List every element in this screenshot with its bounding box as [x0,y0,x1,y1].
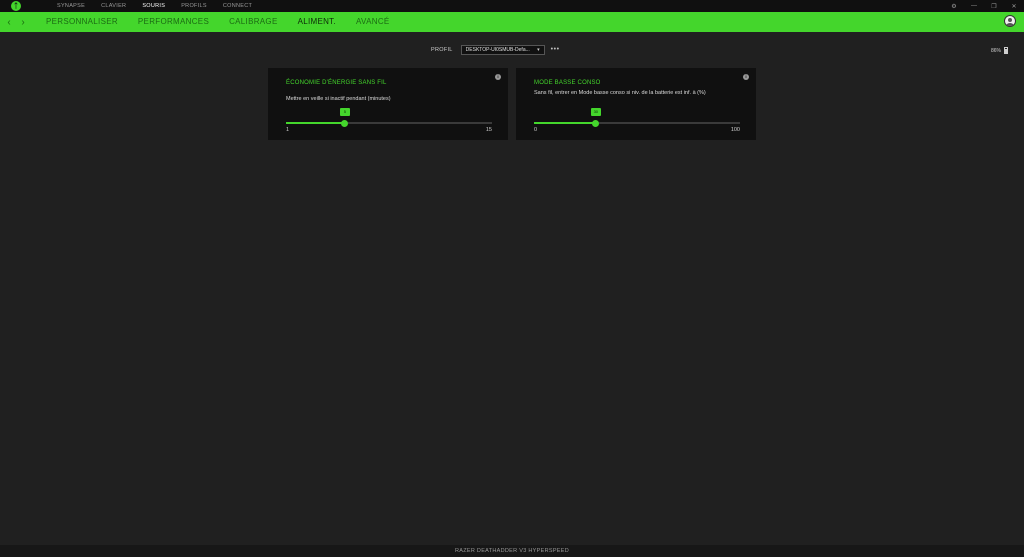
minimize-icon[interactable]: — [964,0,984,12]
topnav-item-profils[interactable]: PROFILS [181,0,207,12]
slider-value-bubble: 5 [339,108,350,116]
profile-row: PROFIL DESKTOP-UI0SMUB-Defa... ▾ ••• [431,44,560,55]
tab-performances[interactable]: PERFORMANCES [138,12,209,32]
slider-max-label: 100 [730,127,740,133]
slider-thumb[interactable] [341,119,349,127]
topnav-item-synapse[interactable]: SYNAPSE [57,0,85,12]
low-power-threshold-slider[interactable]: 30 0 100 [534,108,740,133]
battery-icon [1004,47,1008,54]
more-options-icon[interactable]: ••• [551,46,560,53]
window-controls: ⚙ — ❐ ✕ [944,0,1024,12]
profile-label: PROFIL [431,46,453,53]
topnav-item-souris[interactable]: SOURIS [142,0,165,12]
chevron-down-icon: ▾ [537,46,540,53]
close-icon[interactable]: ✕ [1004,0,1024,12]
card-title: MODE BASSE CONSO [534,80,601,86]
info-icon[interactable]: i [743,74,749,80]
sleep-timer-slider[interactable]: 5 1 15 [286,108,492,133]
tab-bar: PERSONNALISER PERFORMANCES CALIBRAGE ALI… [46,12,410,32]
slider-max-label: 15 [485,127,492,133]
slider-fill [286,122,345,124]
tab-calibrage[interactable]: CALIBRAGE [229,12,278,32]
title-bar: ᛏ SYNAPSE CLAVIER SOURIS PROFILS CONNECT… [0,0,1024,12]
chevron-left-icon[interactable]: ‹ [3,12,15,32]
tab-personnaliser[interactable]: PERSONNALISER [46,12,118,32]
battery-percent: 86% [990,47,1001,54]
top-navigation: SYNAPSE CLAVIER SOURIS PROFILS CONNECT [57,0,268,12]
card-description: Mettre en veille si inactif pendant (min… [286,96,391,102]
slider-thumb[interactable] [592,119,600,127]
topnav-item-connect[interactable]: CONNECT [223,0,252,12]
info-icon[interactable]: i [495,74,501,80]
battery-indicator: 86% [991,47,1008,54]
razer-logo-icon[interactable]: ᛏ [11,1,21,11]
card-description: Sans fil, entrer en Mode basse conso si … [534,90,706,96]
device-name: RAZER DEATHADDER V3 HYPERSPEED [454,548,570,554]
profile-select[interactable]: DESKTOP-UI0SMUB-Defa... ▾ [460,44,545,55]
slider-min-label: 1 [286,127,290,133]
profile-selected-value: DESKTOP-UI0SMUB-Defa... [465,46,530,53]
tab-aliment[interactable]: ALIMENT. [298,12,336,32]
user-avatar-icon[interactable] [1004,15,1016,27]
slider-min-label: 0 [534,127,538,133]
slider-fill [534,122,596,124]
card-wireless-power-saving: ÉCONOMIE D'ÉNERGIE SANS FIL i Mettre en … [268,68,508,140]
card-title: ÉCONOMIE D'ÉNERGIE SANS FIL [286,80,387,86]
gear-icon[interactable]: ⚙ [944,0,964,12]
card-low-power-mode: MODE BASSE CONSO i Sans fil, entrer en M… [516,68,756,140]
sub-navigation: ‹ › PERSONNALISER PERFORMANCES CALIBRAGE… [0,12,1024,32]
slider-value-bubble: 30 [590,108,601,116]
tab-avance[interactable]: AVANCÉ [356,12,390,32]
chevron-right-icon[interactable]: › [17,12,29,32]
topnav-item-clavier[interactable]: CLAVIER [101,0,126,12]
restore-icon[interactable]: ❐ [984,0,1004,12]
footer: RAZER DEATHADDER V3 HYPERSPEED [0,545,1024,557]
